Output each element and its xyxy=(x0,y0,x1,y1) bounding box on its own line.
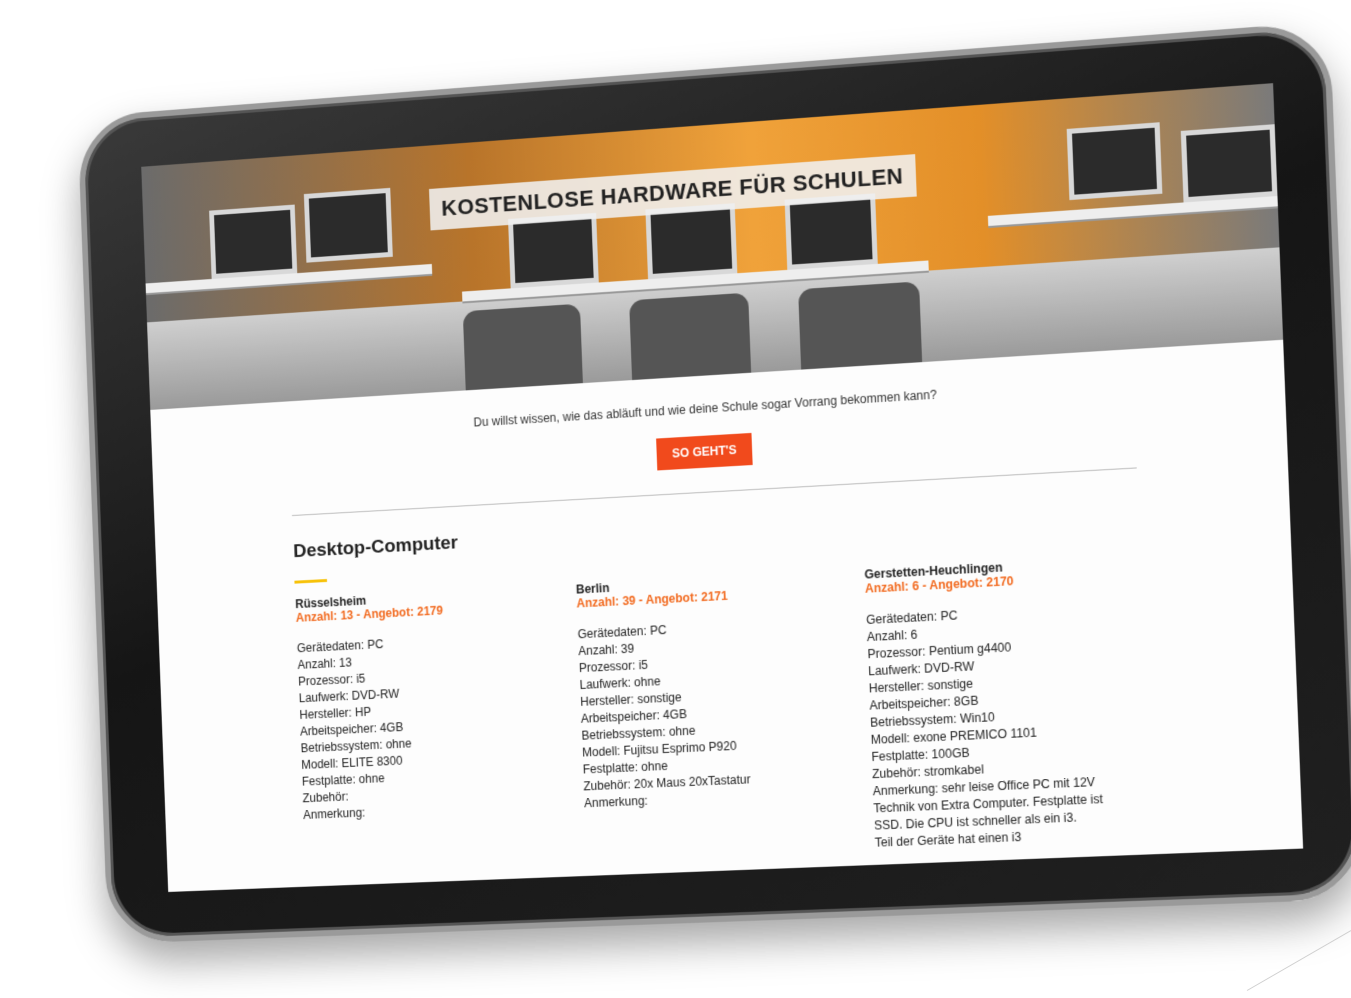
chair-image xyxy=(462,303,584,401)
chair-image xyxy=(629,292,752,391)
desktop-computer-section: Desktop-Computer Rüsselsheim Anzahl: 13 … xyxy=(292,468,1151,874)
scene: KOSTENLOSE HARDWARE FÜR SCHULEN Du wills… xyxy=(0,0,1351,998)
laptop-image xyxy=(303,187,393,263)
hero-banner: KOSTENLOSE HARDWARE FÜR SCHULEN xyxy=(141,83,1284,410)
listing-ruesselsheim: Rüsselsheim Anzahl: 13 - Angebot: 2179 G… xyxy=(295,584,567,874)
laptop-image xyxy=(209,204,298,279)
laptop-image xyxy=(1066,122,1163,201)
laptop-image xyxy=(508,212,599,289)
so-gehts-button[interactable]: SO GEHT'S xyxy=(655,432,754,471)
decorative-line xyxy=(1246,930,1351,991)
tablet-frame: KOSTENLOSE HARDWARE FÜR SCHULEN Du wills… xyxy=(77,21,1351,944)
laptop-image xyxy=(784,193,878,270)
listing-gerstetten-heuchlingen: Gerstetten-Heuchlingen Anzahl: 6 - Angeb… xyxy=(864,553,1151,852)
listing-berlin: Berlin Anzahl: 39 - Angebot: 2171 Geräte… xyxy=(576,569,855,863)
laptop-image xyxy=(1180,124,1278,203)
tablet-screen: KOSTENLOSE HARDWARE FÜR SCHULEN Du wills… xyxy=(141,83,1304,892)
title-underline xyxy=(294,578,328,584)
desk xyxy=(987,196,1278,227)
chair-image xyxy=(798,281,923,380)
listing-columns: Rüsselsheim Anzahl: 13 - Angebot: 2179 G… xyxy=(295,553,1151,874)
section-title: Desktop-Computer xyxy=(292,532,459,563)
laptop-image xyxy=(645,203,738,280)
